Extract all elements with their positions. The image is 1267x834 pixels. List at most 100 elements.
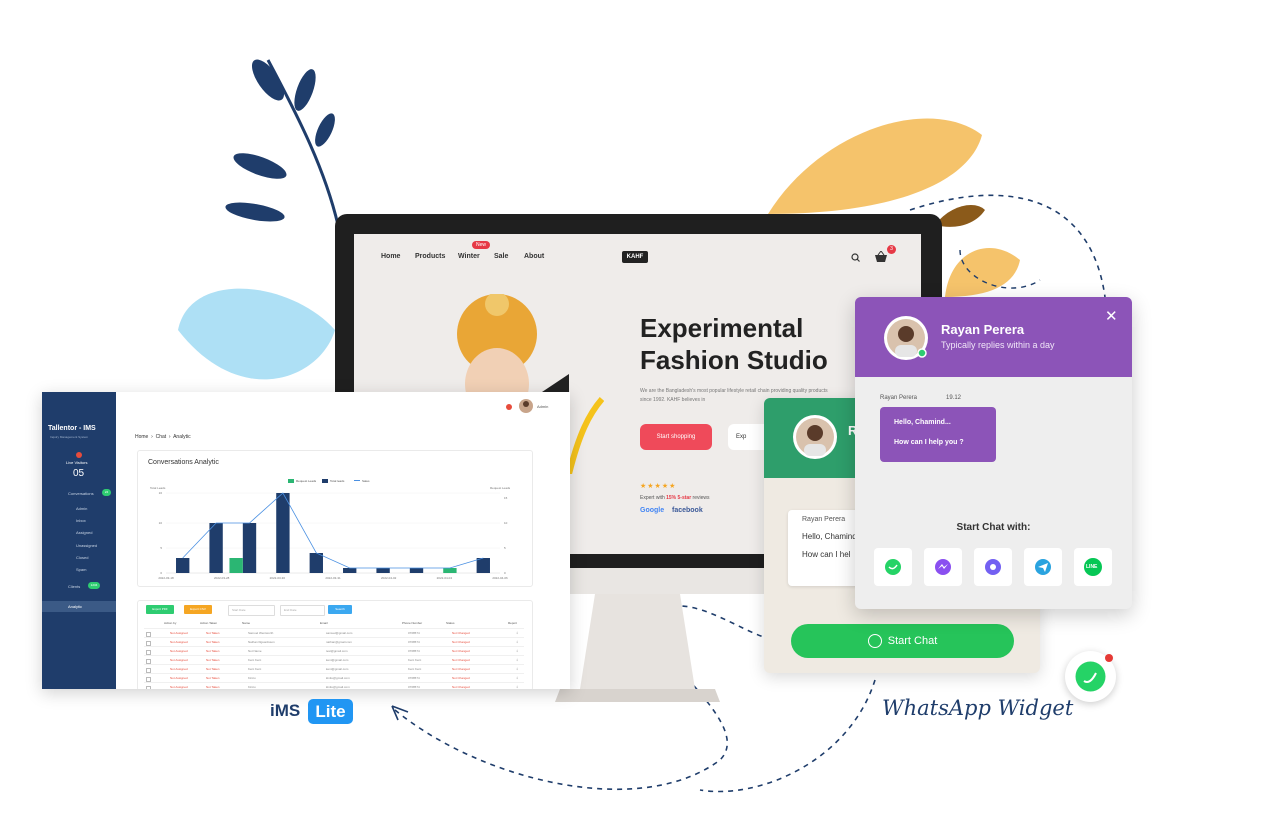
x-tick-label: 2022-03-18 [158,576,174,580]
sidebar-item-analytic[interactable]: Analytic [68,604,82,609]
bar-total-leads [476,558,490,573]
breadcrumb-chat[interactable]: Chat [156,434,167,440]
whatsapp-widget-caption: WhatsApp Widget [882,696,1074,720]
live-visitors-count: 05 [73,468,85,479]
leads-table-card: Export PDF Export CSV Start Date End Dat… [137,600,533,689]
download-icon[interactable]: ⇩ [516,685,519,689]
store-logo[interactable]: KAHF [622,251,648,263]
sidebar-item-assigned[interactable]: Assigned [76,530,92,535]
table-cell: Not Assigned [170,676,188,680]
messenger-icon [935,559,951,575]
bar-total-leads [409,568,424,573]
download-icon[interactable]: ⇩ [516,658,519,662]
table-cell: Not Assigned [170,649,188,653]
nav-sale[interactable]: Sale [494,253,508,260]
table-cell: Not Taken [206,685,220,689]
messenger-channel-button[interactable] [924,548,962,586]
y-tick-label: 5 [160,546,162,550]
sidebar-item-unassigned[interactable]: Unassigned [76,543,97,548]
nav-about[interactable]: About [524,253,544,260]
bar-total-leads [242,523,257,573]
table-cell: Kinitu [248,676,256,680]
table-cell: Kent Kent [408,658,422,662]
facebook-logo: facebook [672,507,703,514]
start-chat-button[interactable]: Start Chat [791,624,1014,658]
breadcrumb-home[interactable]: Home [135,434,148,440]
y2-tick-label: 0 [504,571,506,575]
table-cell: Not Changed [452,649,470,653]
line-sales [182,492,484,569]
table-cell: nathan@gmail.com [326,640,352,644]
start-shopping-button[interactable]: Start shopping [640,424,712,450]
table-cell: Samuel Wentworth [248,631,274,635]
table-cell: kent@gmail.com [326,667,349,671]
telegram-icon [1035,559,1051,575]
review-prefix: Expert with [640,495,665,501]
download-icon[interactable]: ⇩ [516,649,519,653]
col-name: Name [242,621,251,625]
table-cell: Kinitu [248,685,256,689]
ims-lite-badge: Lite [308,699,353,724]
download-icon[interactable]: ⇩ [516,667,519,671]
export-csv-button[interactable]: Export CSV [184,605,212,614]
download-icon[interactable]: ⇩ [516,676,519,680]
sidebar-item-admin[interactable]: Admin [76,506,87,511]
sidebar-item-conversations[interactable]: Conversations [68,491,94,496]
table-cell: Not Taken [206,658,220,662]
ims-dashboard: Tallentor - IMS Inquiry Management Syste… [42,392,570,689]
y-tick-label: 0 [160,571,162,575]
bar-total-leads [376,568,390,573]
sidebar-item-clients[interactable]: Clients [68,584,80,589]
sidebar-item-spam[interactable]: Spam [76,567,86,572]
y2-tick-label: 15 [504,496,508,500]
search-icon[interactable] [851,253,860,262]
new-badge: New [472,241,490,249]
table-cell: 0768574 [408,649,420,653]
telegram-channel-button[interactable] [1024,548,1062,586]
table-cell: Not Taken [206,667,220,671]
viber-channel-button[interactable] [974,548,1012,586]
start-date-input[interactable]: Start Date [228,605,275,616]
message-bubble: Hello, Chamind... How can I help you ? [880,407,996,462]
chat-widget-header: Rayan Perera Typically replies within a … [855,297,1132,377]
table-cell: Not Changed [452,658,470,662]
breadcrumb: Home › Chat › Analytic [135,434,191,440]
hero-title-line1: Experimental [640,313,804,343]
nav-products[interactable]: Products [415,253,445,260]
download-icon[interactable]: ⇩ [516,631,519,635]
table-cell: Not Changed [452,685,470,689]
ims-brand: Tallentor - IMS [48,425,96,432]
agent-avatar [793,415,837,459]
sidebar-item-closed[interactable]: Closed [76,555,88,560]
y2-tick-label: 5 [504,546,506,550]
bar-total-leads [176,558,190,573]
basket-icon[interactable] [874,251,888,263]
table-cell: kent@gmail.com [326,658,349,662]
user-name[interactable]: Admin [537,404,548,409]
message-time: 19.12 [946,395,962,401]
col-report: Report [508,621,518,625]
line-channel-button[interactable]: LINE [1074,548,1112,586]
notification-icon[interactable] [505,403,513,411]
table-cell: Not Assigned [170,631,188,635]
nav-home[interactable]: Home [381,253,400,260]
export-pdf-button[interactable]: Export PDF [146,605,174,614]
bar-request-leads [229,558,243,573]
sidebar-item-inbox[interactable]: Inbox [76,518,86,523]
nav-winter[interactable]: Winter [458,253,480,260]
whatsapp-channel-button[interactable] [874,548,912,586]
search-button[interactable]: Search [328,605,352,614]
close-icon[interactable]: ✕ [1105,307,1118,325]
download-icon[interactable]: ⇩ [516,640,519,644]
table-cell: Not Taken [206,631,220,635]
whatsapp-icon [885,559,901,575]
col-action-taken: Action Taken [200,621,218,625]
y2-tick-label: 10 [504,521,508,525]
avatar[interactable] [519,399,533,413]
yellow-plant-decoration [566,397,604,474]
end-date-input[interactable]: End Date [280,605,325,616]
table-row[interactable]: Not Assigned Not Taken Kinitu kinitu@gmail.… [144,682,524,689]
monitor-stand [555,594,720,702]
row-checkbox[interactable] [146,686,151,689]
y-axis-label: Total Leads [150,486,166,490]
